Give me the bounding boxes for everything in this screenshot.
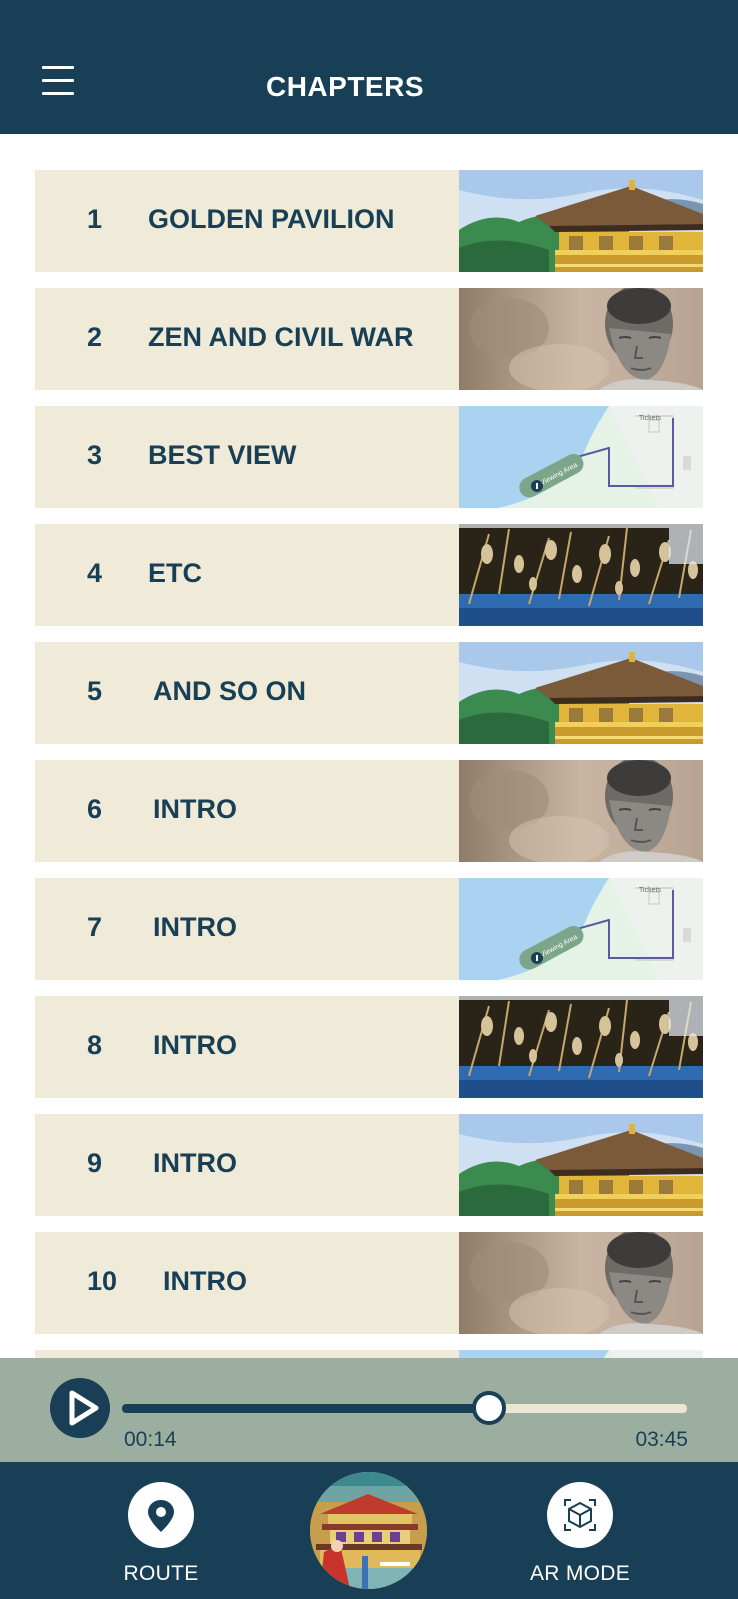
play-button[interactable] bbox=[50, 1378, 110, 1438]
chapter-title: ETC bbox=[148, 558, 202, 588]
chapter-row[interactable]: 7 INTRO Tickets Viewing Area bbox=[35, 878, 703, 980]
svg-text:Tickets: Tickets bbox=[639, 415, 661, 422]
ar-icon-circle bbox=[547, 1482, 613, 1548]
chapter-thumbnail: Tickets Viewing Area bbox=[459, 406, 703, 508]
bottom-navigation: ROUTE AR MODE bbox=[0, 1462, 738, 1599]
chapter-title: INTRO bbox=[153, 1030, 237, 1060]
chapter-thumbnail bbox=[459, 1114, 703, 1216]
chapter-thumbnail bbox=[459, 524, 703, 626]
chapter-number: 7 bbox=[87, 912, 103, 942]
chapter-row[interactable]: 4 ETC bbox=[35, 524, 703, 626]
chapter-title: INTRO bbox=[153, 1148, 237, 1178]
tour-avatar[interactable] bbox=[310, 1472, 427, 1589]
map-pin-icon bbox=[148, 1500, 174, 1532]
chapter-number: 4 bbox=[87, 558, 103, 588]
ar-cube-icon bbox=[564, 1499, 596, 1531]
golden-pavilion-painting-icon bbox=[310, 1472, 427, 1589]
chapter-thumbnail bbox=[459, 288, 703, 390]
chapter-number: 2 bbox=[87, 322, 103, 352]
chapter-row[interactable]: 3 BEST VIEW Tickets Viewing Area bbox=[35, 406, 703, 508]
chapter-row[interactable]: 8 INTRO bbox=[35, 996, 703, 1098]
progress-knob[interactable] bbox=[472, 1391, 507, 1425]
chapter-title: INTRO bbox=[163, 1266, 247, 1296]
progress-track[interactable] bbox=[122, 1391, 687, 1425]
chapter-row[interactable]: 1 GOLDEN PAVILION bbox=[35, 170, 703, 272]
ar-mode-label: AR MODE bbox=[529, 1562, 631, 1585]
chapter-title: INTRO bbox=[153, 794, 237, 824]
play-icon bbox=[69, 1390, 99, 1426]
chapter-row[interactable]: 6 INTRO bbox=[35, 760, 703, 862]
ar-mode-tab[interactable]: AR MODE bbox=[500, 1482, 660, 1592]
app-header: CHAPTERS bbox=[0, 0, 738, 134]
chapter-thumbnail bbox=[459, 642, 703, 744]
chapter-row[interactable]: 5 AND SO ON bbox=[35, 642, 703, 744]
page-title: CHAPTERS bbox=[265, 71, 424, 102]
route-tab[interactable]: ROUTE bbox=[81, 1482, 241, 1592]
total-time: 03:45 bbox=[635, 1428, 688, 1451]
svg-text:Tickets: Tickets bbox=[639, 887, 661, 894]
chapter-row[interactable]: 10 INTRO bbox=[35, 1232, 703, 1334]
audio-player: 00:14 03:45 bbox=[0, 1358, 738, 1462]
chapter-title: GOLDEN PAVILION bbox=[148, 204, 395, 234]
chapter-number: 1 bbox=[87, 204, 103, 234]
chapter-thumbnail bbox=[459, 170, 703, 272]
chapter-thumbnail bbox=[459, 996, 703, 1098]
chapter-number: 8 bbox=[87, 1030, 103, 1060]
chapter-row[interactable]: 9 INTRO bbox=[35, 1114, 703, 1216]
chapter-thumbnail: Tickets Viewing Area bbox=[459, 878, 703, 980]
chapter-number: 5 bbox=[87, 676, 103, 706]
chapter-number: 6 bbox=[87, 794, 103, 824]
chapter-row[interactable]: Tickets Viewing Area bbox=[35, 1350, 703, 1358]
chapter-number: 10 bbox=[87, 1266, 118, 1296]
chapter-row[interactable]: 2 ZEN AND CIVIL WAR bbox=[35, 288, 703, 390]
chapter-title: ZEN AND CIVIL WAR bbox=[148, 322, 414, 352]
progress-fill bbox=[122, 1404, 490, 1413]
chapter-thumbnail bbox=[459, 1232, 703, 1334]
route-icon-circle bbox=[128, 1482, 194, 1548]
current-time: 00:14 bbox=[124, 1428, 177, 1451]
route-label: ROUTE bbox=[123, 1562, 199, 1585]
chapter-number: 9 bbox=[87, 1148, 103, 1178]
chapter-thumbnail: Tickets Viewing Area bbox=[459, 1350, 703, 1358]
chapter-title: INTRO bbox=[153, 912, 237, 942]
chapter-title: AND SO ON bbox=[153, 676, 307, 706]
chapter-title: BEST VIEW bbox=[148, 440, 297, 470]
chapter-list[interactable]: 1 GOLDEN PAVILION 2 ZEN AND CIVIL WAR 3 BE bbox=[0, 134, 738, 1358]
chapter-thumbnail bbox=[459, 760, 703, 862]
chapter-number: 3 bbox=[87, 440, 103, 470]
